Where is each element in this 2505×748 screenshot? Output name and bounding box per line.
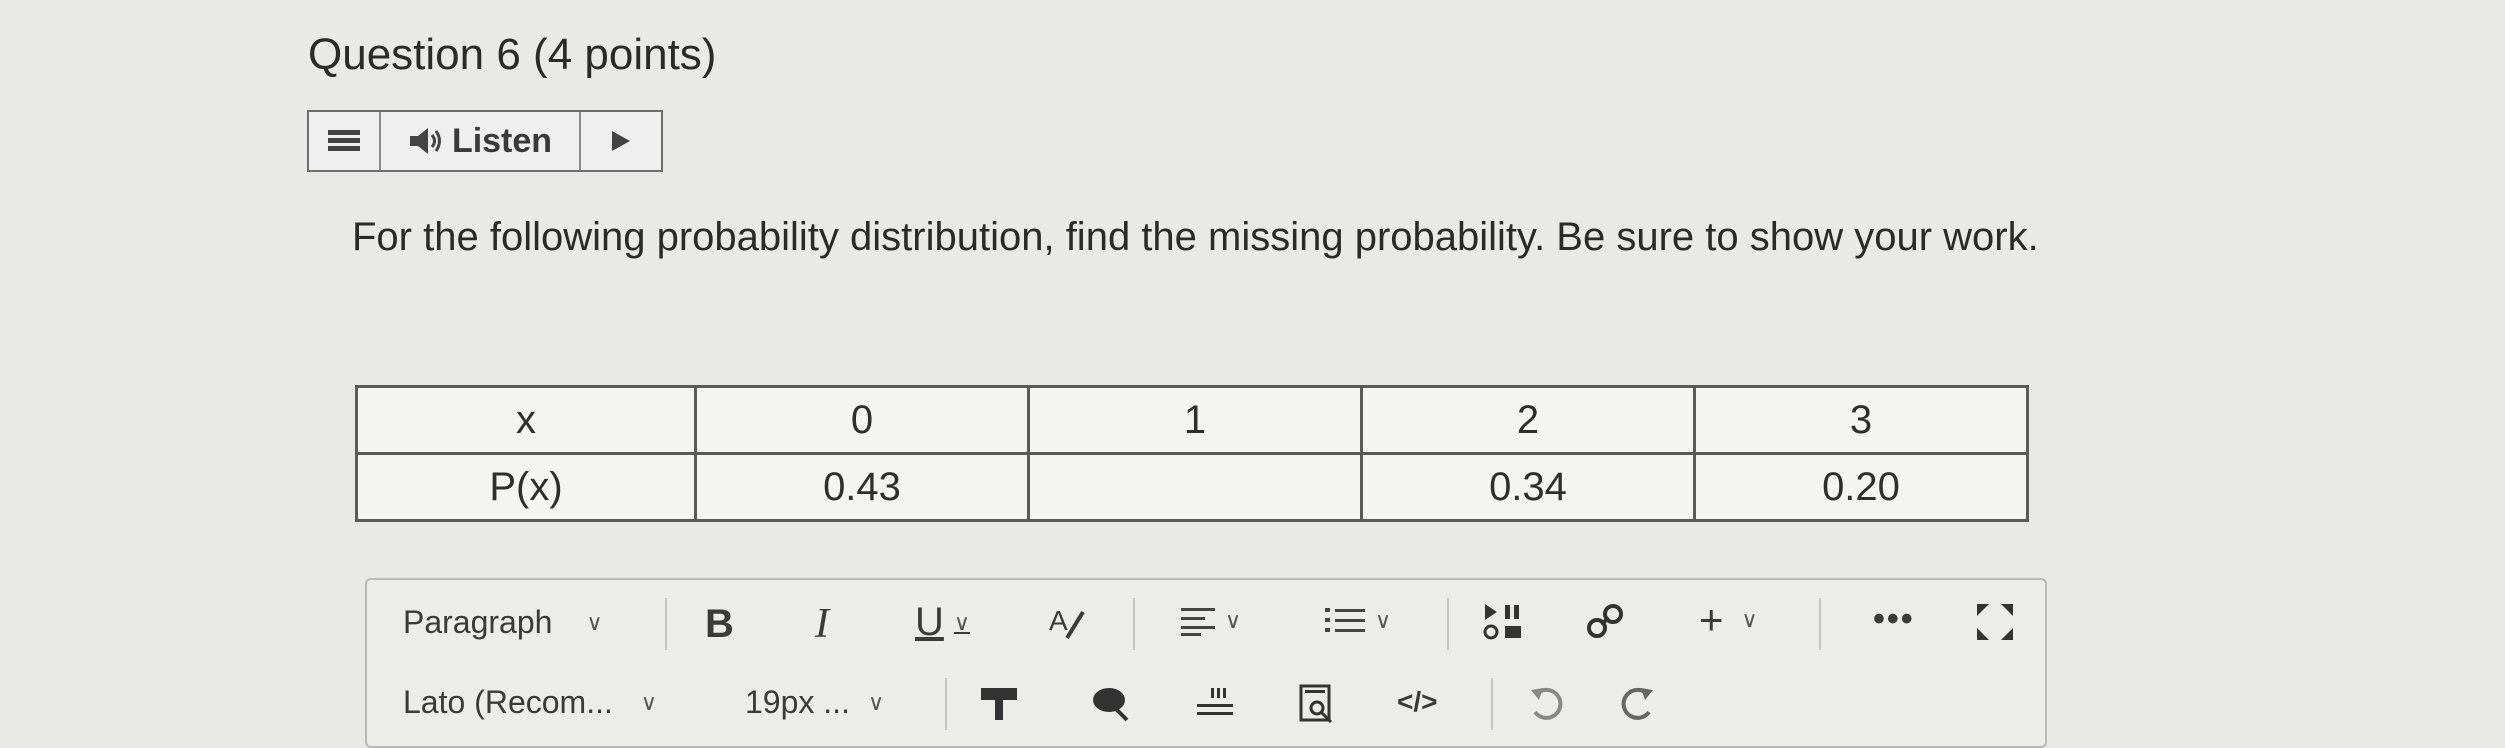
- chevron-down-icon: ∨: [640, 689, 657, 715]
- font-family-dropdown[interactable]: Lato (Recom... ∨: [403, 684, 657, 721]
- table-cell: 2: [1360, 385, 1696, 455]
- listen-menu-button[interactable]: [309, 112, 381, 170]
- table-cell: 3: [1693, 385, 2029, 455]
- spellcheck-icon: [1089, 684, 1133, 724]
- table-cell: 0.34: [1360, 452, 1696, 522]
- redo-icon: [1617, 684, 1657, 724]
- media-icon: [1483, 602, 1527, 642]
- spellcheck-button[interactable]: [1089, 684, 1133, 724]
- bold-icon: B: [705, 602, 734, 646]
- toolbar-divider: [1447, 598, 1449, 650]
- align-button[interactable]: ∨: [1181, 606, 1241, 636]
- insert-button[interactable]: + ∨: [1699, 596, 1758, 644]
- play-button[interactable]: [581, 112, 661, 170]
- highlight-button[interactable]: [977, 684, 1021, 724]
- question-prompt: For the following probability distributi…: [352, 215, 2039, 259]
- word-count-icon: [1193, 684, 1237, 724]
- table-cell: 0.43: [694, 452, 1030, 522]
- chevron-down-icon: ∨: [1741, 607, 1758, 632]
- media-button[interactable]: [1483, 602, 1527, 642]
- link-button[interactable]: [1585, 602, 1627, 642]
- chevron-down-icon: ∨: [1375, 608, 1392, 633]
- table-cell: 1: [1027, 385, 1363, 455]
- more-icon: •••: [1873, 600, 1915, 638]
- fullscreen-button[interactable]: [1975, 602, 2015, 642]
- table-cell: 0: [694, 385, 1030, 455]
- probability-table: x 0 1 2 3 P(x) 0.43 0.34 0.20: [355, 385, 2029, 522]
- toolbar-divider: [1133, 598, 1135, 650]
- chevron-down-icon: ∨: [953, 609, 970, 635]
- more-button[interactable]: •••: [1873, 600, 1915, 639]
- find-replace-button[interactable]: [1297, 684, 1337, 724]
- play-icon: [610, 129, 632, 153]
- font-family-label: Lato (Recom...: [403, 684, 613, 720]
- html-code-icon: </>: [1397, 686, 1438, 717]
- italic-button[interactable]: I: [815, 600, 829, 648]
- html-editor-button[interactable]: </>: [1397, 686, 1437, 718]
- table-row: x 0 1 2 3: [355, 385, 2029, 455]
- chevron-down-icon: ∨: [867, 689, 885, 715]
- list-button[interactable]: ∨: [1325, 606, 1391, 636]
- word-count-button[interactable]: [1193, 684, 1237, 724]
- table-cell: [1027, 452, 1363, 522]
- listen-toolbar: Listen: [307, 110, 663, 172]
- rich-text-editor: Paragraph ∨ B I U ∨ A ∨ ∨ + ∨ ••• Lato (…: [365, 578, 2047, 748]
- question-title: Question 6 (4 points): [308, 30, 716, 80]
- italic-icon: I: [815, 601, 829, 647]
- svg-text:A: A: [1049, 605, 1068, 636]
- link-icon: [1585, 602, 1627, 642]
- menu-icon: [328, 130, 360, 152]
- toolbar-divider: [1819, 598, 1821, 650]
- bold-button[interactable]: B: [705, 602, 734, 647]
- table-cell: x: [355, 385, 697, 455]
- font-size-dropdown[interactable]: 19px ... ∨: [745, 684, 884, 721]
- toolbar-divider: [665, 598, 667, 650]
- block-format-dropdown[interactable]: Paragraph ∨: [403, 604, 603, 641]
- align-icon: [1181, 606, 1215, 636]
- underline-button[interactable]: U ∨: [915, 600, 970, 645]
- block-format-label: Paragraph: [403, 604, 553, 640]
- text-color-button[interactable]: A: [1047, 602, 1087, 642]
- question-points: (4 points): [533, 30, 717, 79]
- fullscreen-icon: [1975, 602, 2015, 642]
- speaker-icon: [408, 126, 444, 156]
- table-row: P(x) 0.43 0.34 0.20: [355, 452, 2029, 522]
- find-replace-icon: [1297, 684, 1337, 724]
- undo-icon: [1527, 684, 1567, 724]
- listen-button[interactable]: Listen: [381, 112, 581, 170]
- question-number: Question 6: [308, 30, 521, 79]
- chevron-down-icon: ∨: [1225, 608, 1242, 633]
- underline-icon: U: [915, 600, 944, 644]
- font-size-label: 19px ...: [745, 684, 850, 720]
- list-icon: [1325, 606, 1365, 636]
- plus-icon: +: [1699, 596, 1724, 643]
- toolbar-divider: [1491, 678, 1493, 730]
- toolbar-divider: [945, 678, 947, 730]
- table-cell: P(x): [355, 452, 697, 522]
- highlight-icon: [977, 684, 1021, 724]
- chevron-down-icon: ∨: [586, 609, 603, 635]
- table-cell: 0.20: [1693, 452, 2029, 522]
- text-color-icon: A: [1047, 602, 1087, 642]
- listen-label: Listen: [451, 121, 553, 160]
- undo-button[interactable]: [1527, 684, 1567, 724]
- redo-button[interactable]: [1617, 684, 1657, 724]
